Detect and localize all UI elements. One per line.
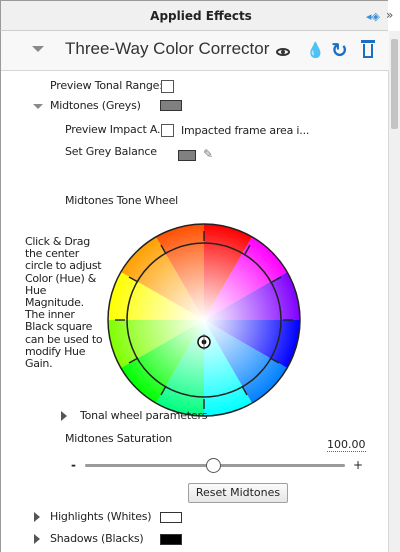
slider-min-label: -: [71, 458, 76, 472]
shadows-section-label[interactable]: Shadows (Blacks): [50, 532, 144, 545]
set-grey-balance-label: Set Grey Balance: [65, 145, 157, 158]
shadows-swatch[interactable]: [160, 534, 182, 545]
impacted-frame-area-label: Impacted frame area i...: [181, 124, 310, 137]
preview-tonal-range-label: Preview Tonal Range:: [50, 79, 163, 92]
eyedropper-icon[interactable]: ✎: [203, 147, 213, 161]
midtones-section-label[interactable]: Midtones (Greys): [50, 99, 141, 112]
applied-effects-panel: Applied Effects ◂◈ » Three-Way Color Cor…: [0, 0, 400, 552]
saturation-slider-thumb[interactable]: [206, 458, 221, 473]
vertical-scrollbar[interactable]: [388, 31, 400, 552]
highlights-chevron-right-icon[interactable]: [34, 512, 40, 522]
midtones-saturation-label: Midtones Saturation: [65, 432, 173, 445]
drop-icon[interactable]: 💧: [306, 41, 325, 59]
scrollbar-thumb[interactable]: [391, 39, 398, 129]
panel-header: Applied Effects ◂◈ »: [0, 0, 393, 31]
highlights-section-label[interactable]: Highlights (Whites): [50, 510, 152, 523]
wheel-title: Midtones Tone Wheel: [65, 194, 178, 207]
eye-icon[interactable]: [276, 48, 290, 56]
slider-max-label: +: [353, 458, 364, 472]
effect-title: Three-Way Color Corrector: [65, 39, 270, 58]
expand-panel-icon[interactable]: »: [386, 8, 393, 22]
highlights-swatch[interactable]: [160, 512, 182, 523]
saturation-value-field[interactable]: 100.00: [327, 438, 366, 452]
midtones-swatch[interactable]: [160, 100, 182, 111]
tone-wheel-svg[interactable]: [107, 223, 301, 417]
tonal-wheel-parameters-label[interactable]: Tonal wheel parameters: [80, 409, 208, 422]
reset-midtones-button[interactable]: Reset Midtones: [188, 483, 288, 503]
panel-menu-icon[interactable]: ◂◈: [366, 10, 380, 23]
effect-content: Three-Way Color Corrector 💧 ↻ Preview To…: [0, 31, 389, 552]
tonal-wheel-params-chevron-right-icon[interactable]: [61, 411, 67, 421]
shadows-chevron-right-icon[interactable]: [34, 534, 40, 544]
trash-icon[interactable]: [361, 40, 375, 58]
wheel-help-text: Click & Drag the center circle to adjust…: [25, 235, 103, 371]
panel-title: Applied Effects: [150, 9, 252, 23]
preview-impact-checkbox[interactable]: [161, 124, 174, 137]
grey-balance-swatch[interactable]: [178, 150, 196, 161]
midtones-tone-wheel[interactable]: [107, 223, 301, 417]
reset-icon[interactable]: ↻: [331, 38, 348, 62]
midtones-chevron-down-icon[interactable]: [33, 104, 43, 109]
preview-tonal-range-checkbox[interactable]: [161, 80, 174, 93]
preview-impact-label: Preview Impact A...: [65, 123, 167, 136]
collapse-effect-icon[interactable]: [32, 46, 44, 52]
effect-header-row[interactable]: Three-Way Color Corrector 💧 ↻: [1, 31, 389, 71]
